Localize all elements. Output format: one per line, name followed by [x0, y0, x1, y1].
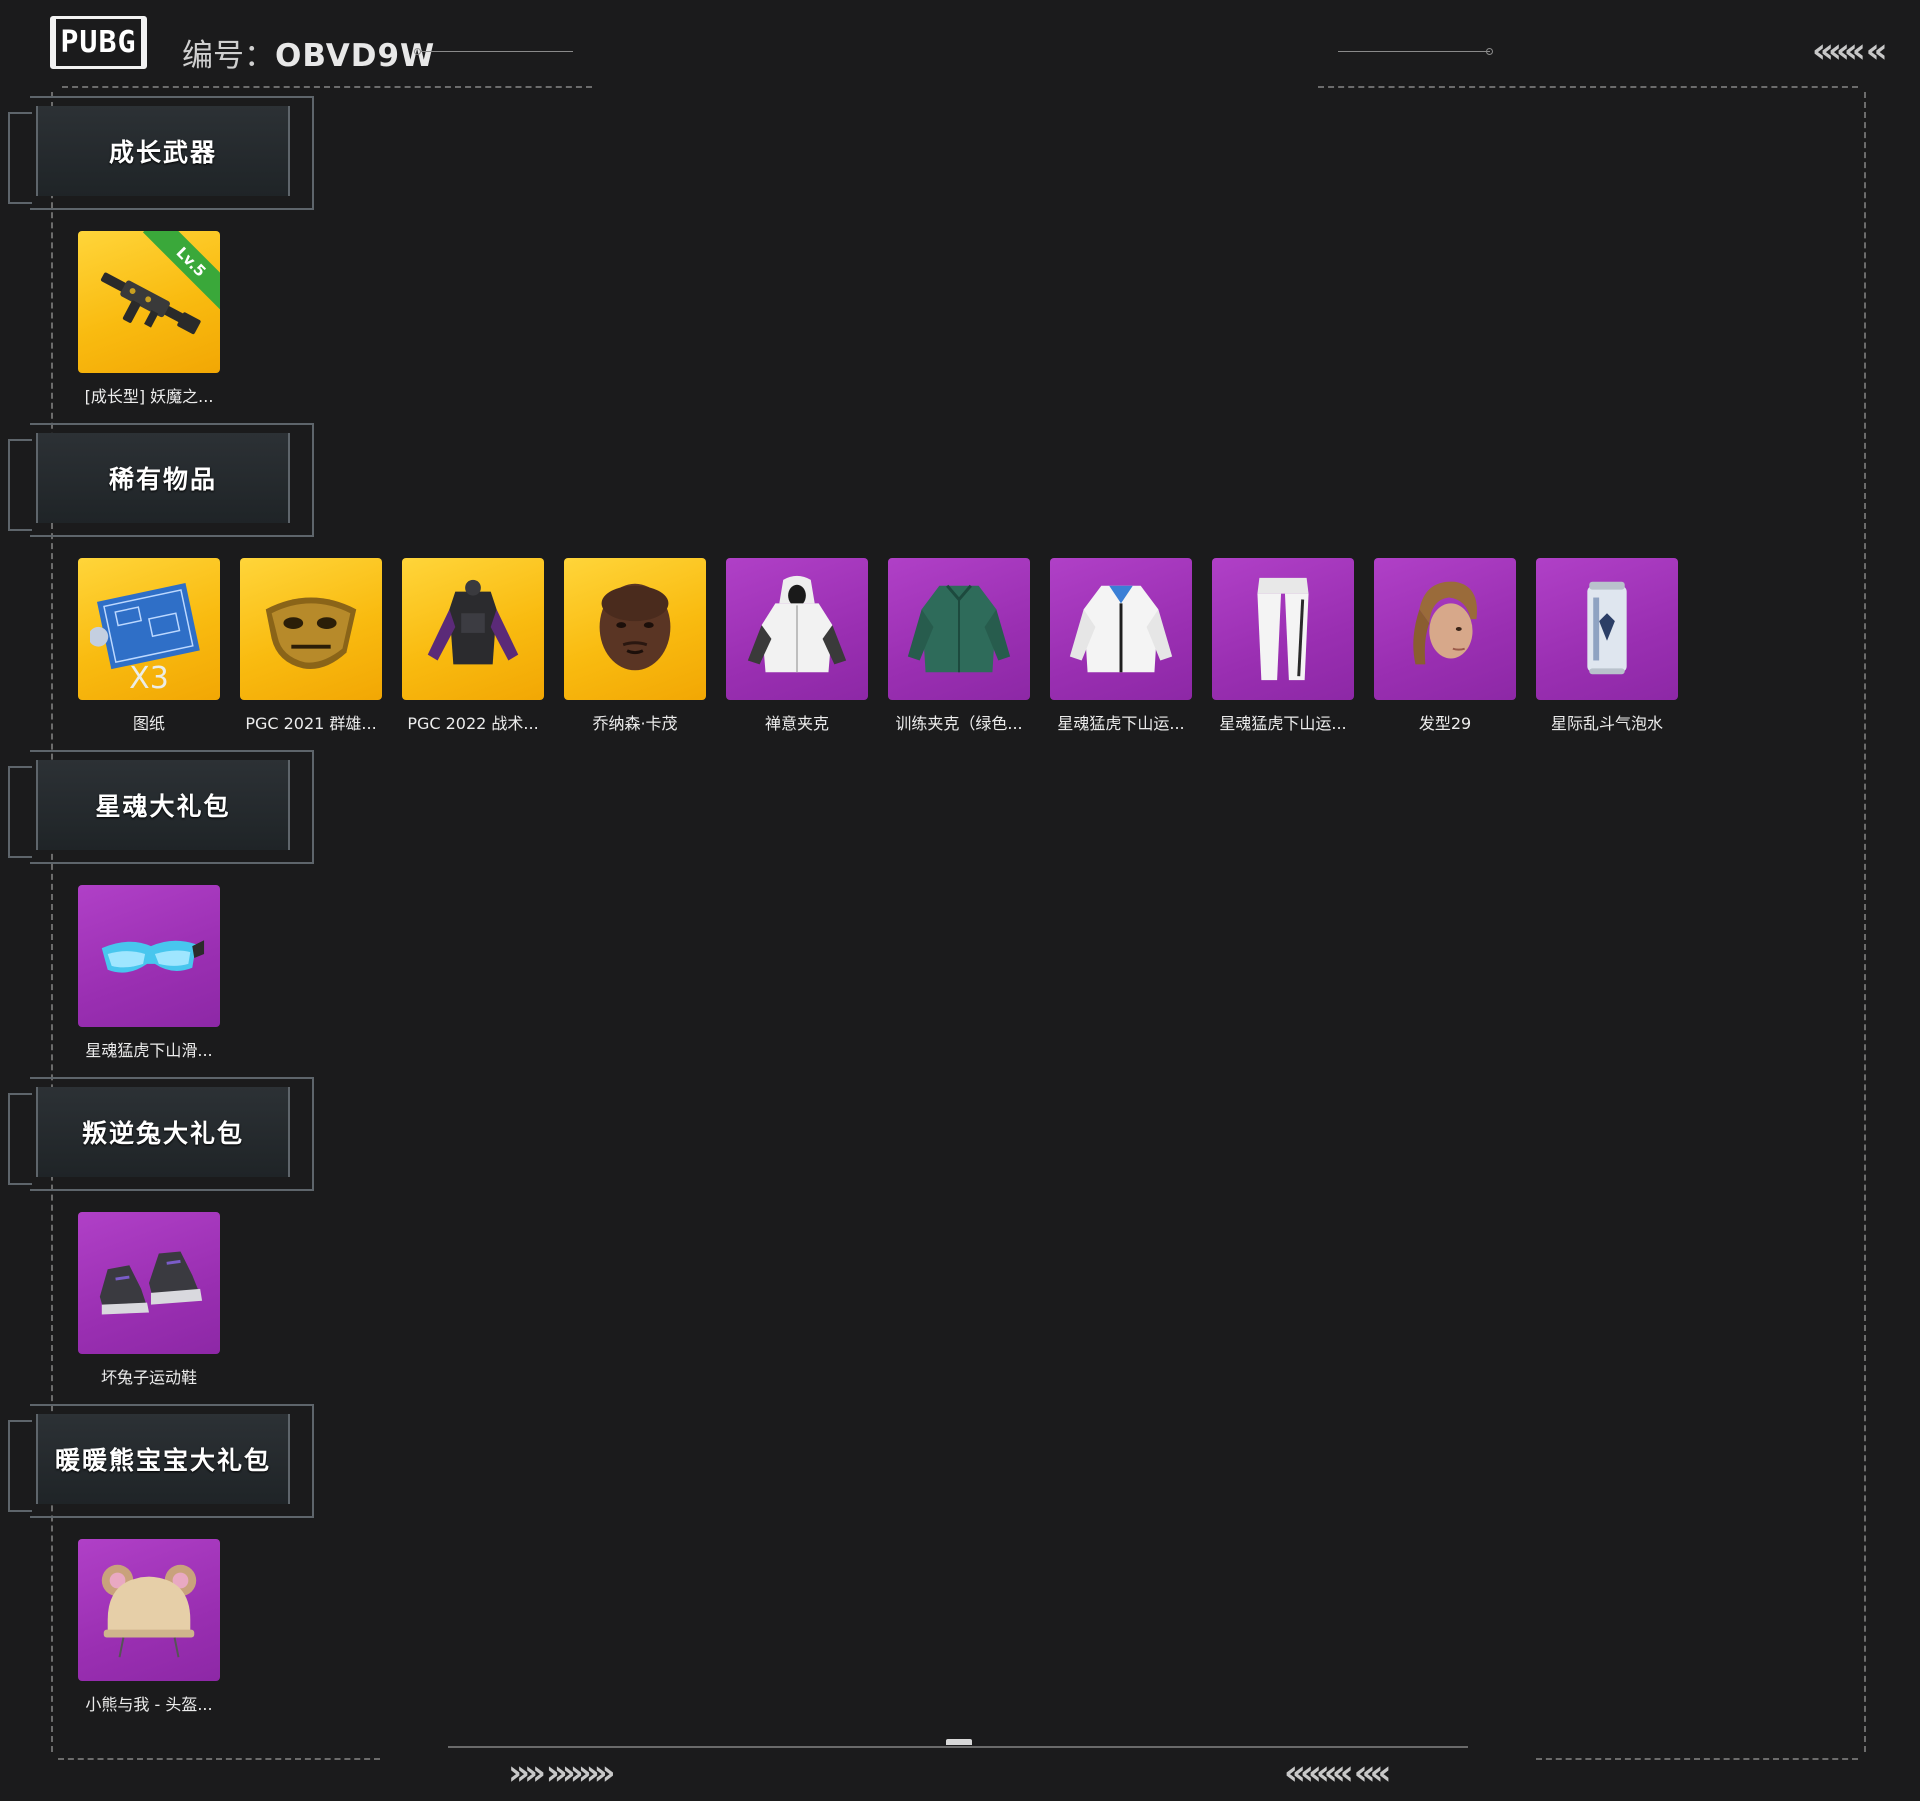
item-card[interactable]: PGC 2021 群雄... — [240, 558, 382, 734]
sneakers-icon — [99, 1251, 203, 1315]
item-tile[interactable] — [78, 885, 220, 1027]
item-label: PGC 2021 群雄... — [245, 714, 377, 733]
item-card[interactable]: PGC 2022 战术... — [402, 558, 544, 734]
item-tile[interactable]: Lv.5 — [78, 231, 220, 373]
gold-mask-icon — [265, 597, 357, 669]
frame-bottom-left — [58, 1758, 380, 1760]
item-quantity: X3 — [129, 661, 169, 696]
section-title: 星魂大礼包 — [95, 792, 231, 821]
item-card[interactable]: 训练夹克（绿色... — [888, 558, 1030, 734]
item-tile[interactable] — [564, 558, 706, 700]
item-card[interactable]: 星魂猛虎下山滑... — [78, 885, 220, 1061]
item-tile[interactable] — [1374, 558, 1516, 700]
bottom-right-chevrons-icon: «««« «« — [1284, 1753, 1392, 1793]
warm-bear-pack-list: 小熊与我 - 头盔... — [78, 1539, 220, 1715]
item-tile[interactable] — [402, 558, 544, 700]
serial-label: 编号： — [182, 38, 275, 74]
item-label: 星魂猛虎下山滑... — [85, 1041, 213, 1060]
bottom-divider — [448, 1746, 1468, 1748]
rebel-rabbit-pack-list: 坏兔子运动鞋 — [78, 1212, 220, 1388]
item-card[interactable]: 禅意夹克 — [726, 558, 868, 734]
item-label: 禅意夹克 — [764, 714, 829, 733]
item-label: PGC 2022 战术... — [407, 714, 539, 733]
item-tile[interactable] — [1050, 558, 1192, 700]
item-tile[interactable] — [240, 558, 382, 700]
section-header-rebel-rabbit-pack: 叛逆兔大礼包 — [8, 1077, 314, 1191]
item-card[interactable]: 小熊与我 - 头盔... — [78, 1539, 220, 1715]
item-tile[interactable] — [888, 558, 1030, 700]
serial-value: OBVD9W — [275, 38, 436, 74]
item-tile[interactable] — [78, 1539, 220, 1681]
section-header-growth-weapons: 成长武器 — [8, 96, 314, 210]
item-tile[interactable] — [726, 558, 868, 700]
growth-weapons-list: Lv.5 [成长型] 妖魔之... — [78, 231, 220, 407]
pubg-logo: PUBG — [50, 16, 147, 69]
item-card[interactable]: 发型29 — [1374, 558, 1516, 734]
section-title: 叛逆兔大礼包 — [81, 1119, 244, 1148]
item-label: 小熊与我 - 头盔... — [85, 1695, 213, 1714]
header-line-left — [421, 51, 573, 52]
item-tile[interactable] — [1536, 558, 1678, 700]
section-title: 稀有物品 — [108, 465, 217, 494]
star-soul-pack-list: 星魂猛虎下山滑... — [78, 885, 220, 1061]
goggles-icon — [101, 940, 205, 973]
top-right-chevrons-icon: ««« « — [1812, 31, 1888, 71]
section-title: 暖暖熊宝宝大礼包 — [54, 1446, 271, 1475]
green-jacket-icon — [907, 584, 1011, 673]
bottom-notch — [946, 1739, 972, 1745]
header-line-right — [1338, 51, 1490, 52]
bottom-left-chevrons-icon: »» »»»» — [508, 1753, 616, 1793]
frame-top-right — [1318, 86, 1858, 88]
item-card[interactable]: X3 图纸 — [78, 558, 220, 734]
section-header-star-soul-pack: 星魂大礼包 — [8, 750, 314, 864]
hairstyle-icon — [1413, 581, 1477, 665]
rare-items-list: X3 图纸 PGC 2021 群雄... PGC 2022 战术... 乔纳森·… — [78, 558, 1678, 734]
item-label: [成长型] 妖魔之... — [84, 387, 214, 406]
item-label: 训练夹克（绿色... — [895, 714, 1023, 733]
white-pants-icon — [1257, 577, 1309, 681]
item-label: 星魂猛虎下山运... — [1219, 714, 1347, 733]
item-label: 星际乱斗气泡水 — [1550, 714, 1663, 733]
item-tile[interactable] — [78, 1212, 220, 1354]
item-card[interactable]: 星际乱斗气泡水 — [1536, 558, 1678, 734]
line-endpoint-dot — [1486, 48, 1493, 55]
item-tile[interactable]: X3 — [78, 558, 220, 700]
tactical-vest-icon — [427, 579, 519, 665]
section-title: 成长武器 — [108, 138, 217, 167]
hooded-jacket-icon — [747, 575, 847, 673]
item-tile[interactable] — [1212, 558, 1354, 700]
frame-top-left — [62, 86, 592, 88]
item-label: 乔纳森·卡茂 — [592, 714, 678, 733]
white-jacket-icon — [1069, 585, 1173, 673]
item-label: 图纸 — [132, 714, 165, 733]
item-card[interactable]: 星魂猛虎下山运... — [1212, 558, 1354, 734]
item-card[interactable]: 乔纳森·卡茂 — [564, 558, 706, 734]
item-label: 发型29 — [1418, 714, 1472, 733]
frame-right — [1864, 92, 1866, 1752]
item-label: 坏兔子运动鞋 — [100, 1368, 197, 1387]
section-header-warm-bear-pack: 暖暖熊宝宝大礼包 — [8, 1404, 314, 1518]
soda-can-icon — [1587, 581, 1627, 675]
frame-bottom-right — [1536, 1758, 1858, 1760]
line-endpoint-dot — [414, 48, 421, 55]
character-face-icon — [599, 583, 671, 671]
item-label: 星魂猛虎下山运... — [1057, 714, 1185, 733]
item-card[interactable]: 星魂猛虎下山运... — [1050, 558, 1192, 734]
bear-helmet-icon — [101, 1564, 197, 1658]
item-card[interactable]: 坏兔子运动鞋 — [78, 1212, 220, 1388]
section-header-rare-items: 稀有物品 — [8, 423, 314, 537]
item-card[interactable]: Lv.5 [成长型] 妖魔之... — [78, 231, 220, 407]
serial-number: 编号：OBVD9W — [182, 30, 435, 75]
